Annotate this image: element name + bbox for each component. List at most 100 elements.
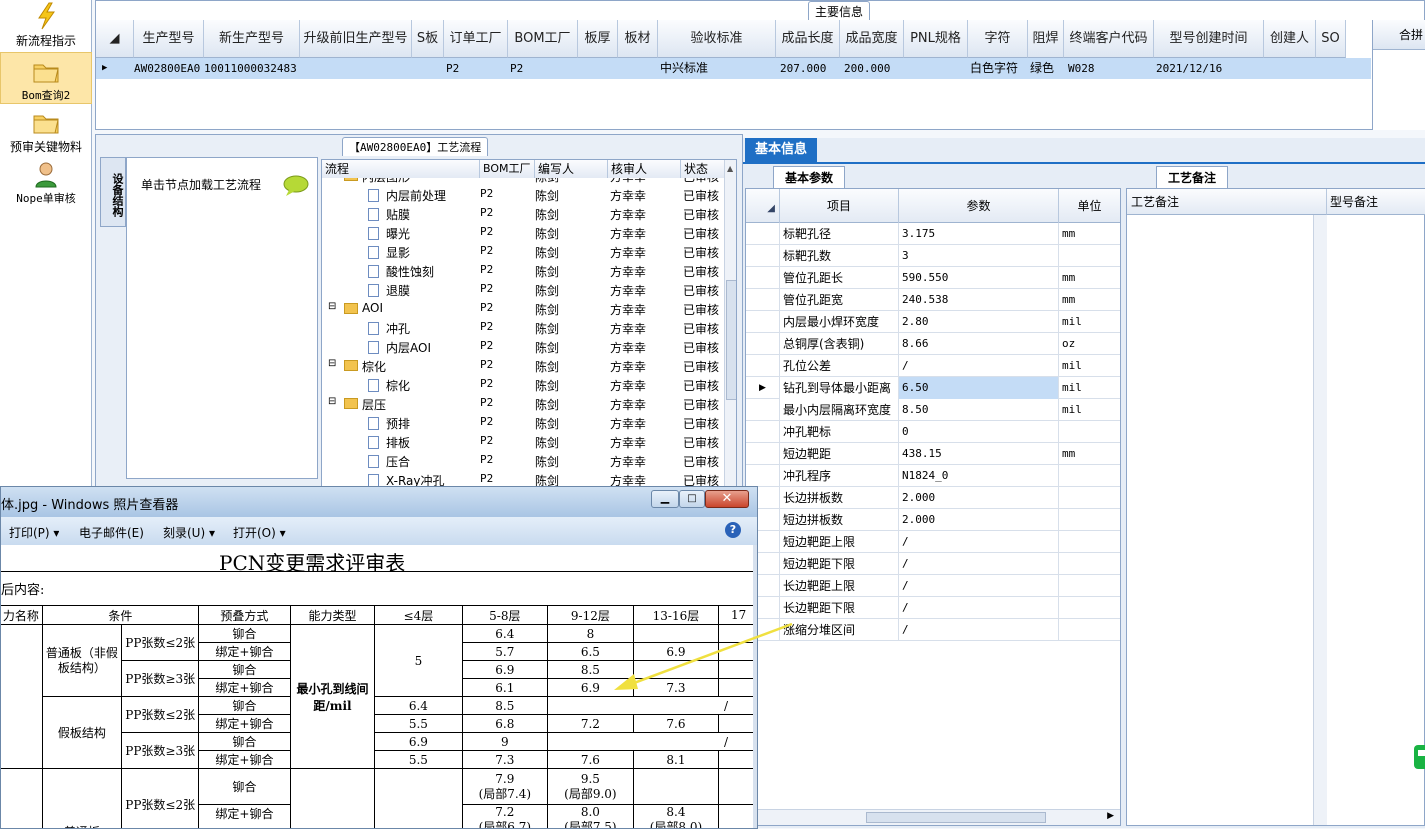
col-header[interactable]: 终端客户代码 <box>1064 20 1154 58</box>
tree-row[interactable]: 内层前处理 P2 陈剑 方幸幸 已审核 <box>322 185 722 204</box>
param-value[interactable]: / <box>899 597 1059 619</box>
col-header[interactable]: PNL规格 <box>904 20 968 58</box>
tree-row[interactable]: 预排 P2 陈剑 方幸幸 已审核 <box>322 413 722 432</box>
param-row[interactable]: 管位孔距宽 240.538 mm <box>746 289 1120 311</box>
param-value[interactable]: 8.66 <box>899 333 1059 355</box>
nav-item-bom-query[interactable]: Bom查询2 <box>0 52 92 104</box>
param-value[interactable]: 0 <box>899 421 1059 443</box>
col-header[interactable]: 编写人 <box>535 160 608 178</box>
menu-email[interactable]: 电子邮件(E) <box>79 524 144 541</box>
tab-device-structure[interactable]: 设备结构 <box>100 157 126 227</box>
param-row[interactable]: 长边靶距上限 / <box>746 575 1120 597</box>
tree-scrollbar[interactable]: ▲ <box>724 160 736 488</box>
scroll-thumb[interactable] <box>726 280 736 400</box>
col-header[interactable]: 成品长度 <box>776 20 840 58</box>
param-value[interactable]: 8.50 <box>899 399 1059 421</box>
tree-row[interactable]: 酸性蚀刻 P2 陈剑 方幸幸 已审核 <box>322 261 722 280</box>
tree-row[interactable]: 贴膜 P2 陈剑 方幸幸 已审核 <box>322 204 722 223</box>
h-scroll-thumb[interactable] <box>866 812 1046 823</box>
param-row[interactable]: 长边拼板数 2.000 <box>746 487 1120 509</box>
col-header[interactable]: BOM工厂 <box>508 20 578 58</box>
edge-tool-icon[interactable] <box>1410 742 1425 772</box>
param-row[interactable]: 孔位公差 / mil <box>746 355 1120 377</box>
tree-row[interactable]: 显影 P2 陈剑 方幸幸 已审核 <box>322 242 722 261</box>
col-header[interactable]: S板 <box>412 20 444 58</box>
param-row[interactable]: 标靶孔径 3.175 mm <box>746 223 1120 245</box>
col-header[interactable]: 型号创建时间 <box>1154 20 1264 58</box>
tab-process-remark[interactable]: 工艺备注 <box>1156 166 1228 188</box>
col-header[interactable]: 订单工厂 <box>444 20 508 58</box>
param-row[interactable]: 长边靶距下限 / <box>746 597 1120 619</box>
col-header[interactable]: 参数 <box>899 189 1059 223</box>
col-header[interactable]: SO <box>1316 20 1346 58</box>
h-scrollbar[interactable]: ▶ <box>746 809 1120 825</box>
param-value[interactable]: 590.550 <box>899 267 1059 289</box>
collapse-icon[interactable]: ⊟ <box>328 396 336 407</box>
param-value[interactable]: / <box>899 553 1059 575</box>
menu-print[interactable]: 打印(P) ▾ <box>9 524 59 541</box>
scroll-up-icon[interactable]: ▲ <box>727 164 733 173</box>
param-row[interactable]: 短边靶距下限 / <box>746 553 1120 575</box>
help-icon[interactable]: ? <box>725 522 741 538</box>
tree-row[interactable]: 退膜 P2 陈剑 方幸幸 已审核 <box>322 280 722 299</box>
nav-item-prereview[interactable]: 预审关键物料 <box>0 108 92 155</box>
param-value[interactable]: 2.000 <box>899 509 1059 531</box>
param-value[interactable]: 3 <box>899 245 1059 267</box>
param-row[interactable]: 涨缩分堆区间 / <box>746 619 1120 641</box>
param-row[interactable]: 短边靶距 438.15 mm <box>746 443 1120 465</box>
tab-basic-info[interactable]: 基本信息 <box>745 138 817 162</box>
param-row[interactable]: 冲孔靶标 0 <box>746 421 1120 443</box>
param-row[interactable]: 管位孔距长 590.550 mm <box>746 267 1120 289</box>
param-value[interactable]: / <box>899 355 1059 377</box>
param-row[interactable]: 短边拼板数 2.000 <box>746 509 1120 531</box>
col-header[interactable]: 项目 <box>780 189 899 223</box>
col-header[interactable]: 流程 <box>322 160 480 178</box>
col-header[interactable]: 板材 <box>618 20 658 58</box>
param-value[interactable]: / <box>899 531 1059 553</box>
close-button[interactable]: ✕ <box>705 490 749 508</box>
param-value[interactable]: 2.80 <box>899 311 1059 333</box>
param-value[interactable]: 6.50 <box>899 377 1059 399</box>
param-value[interactable]: 240.538 <box>899 289 1059 311</box>
col-header[interactable]: 成品宽度 <box>840 20 904 58</box>
tree-row[interactable]: 冲孔 P2 陈剑 方幸幸 已审核 <box>322 318 722 337</box>
table-row[interactable]: ▶ AW02800EA0 10011000032483 P2 P2 中兴标准 2… <box>96 58 1371 79</box>
col-header[interactable]: 生产型号 <box>134 20 204 58</box>
tree-row[interactable]: 排板 P2 陈剑 方幸幸 已审核 <box>322 432 722 451</box>
param-row[interactable]: 最小内层隔离环宽度 8.50 mil <box>746 399 1120 421</box>
param-row[interactable]: 标靶孔数 3 <box>746 245 1120 267</box>
col-header[interactable]: 升级前旧生产型号 <box>300 20 412 58</box>
col-header[interactable]: BOM工厂 <box>480 160 535 178</box>
scroll-right-icon[interactable]: ▶ <box>1107 811 1114 821</box>
menu-open[interactable]: 打开(O) ▾ <box>233 524 286 541</box>
collapse-icon[interactable]: ⊟ <box>328 358 336 369</box>
col-header[interactable]: 状态 <box>681 160 725 178</box>
tree-row[interactable]: 棕化 P2 陈剑 方幸幸 已审核 <box>322 375 722 394</box>
remark-scrollbar[interactable] <box>1313 215 1327 825</box>
tree-row[interactable]: ⊟ 棕化 P2 陈剑 方幸幸 已审核 <box>322 356 722 375</box>
col-header[interactable]: 阻焊 <box>1028 20 1064 58</box>
tree-row[interactable]: ⊟ 层压 P2 陈剑 方幸幸 已审核 <box>322 394 722 413</box>
tree-row[interactable]: 内层AOI P2 陈剑 方幸幸 已审核 <box>322 337 722 356</box>
collapse-icon[interactable]: ⊟ <box>328 178 336 179</box>
tree-row[interactable]: 压合 P2 陈剑 方幸幸 已审核 <box>322 451 722 470</box>
param-row[interactable]: ▶ 钻孔到导体最小距离 6.50 mil <box>746 377 1120 399</box>
param-value[interactable]: / <box>899 575 1059 597</box>
tab-basic-params[interactable]: 基本参数 <box>773 166 845 188</box>
tree-row[interactable]: ⊟ AOI P2 陈剑 方幸幸 已审核 <box>322 299 722 318</box>
col-header[interactable]: 字符 <box>968 20 1028 58</box>
param-row[interactable]: 内层最小焊环宽度 2.80 mil <box>746 311 1120 333</box>
collapse-icon[interactable]: ⊟ <box>328 301 336 312</box>
col-header[interactable]: 板厚 <box>578 20 618 58</box>
nav-item-new-flow[interactable]: 新流程指示 <box>0 2 92 49</box>
tree-row[interactable]: 曝光 P2 陈剑 方幸幸 已审核 <box>322 223 722 242</box>
param-row[interactable]: 总铜厚(含表铜) 8.66 oz <box>746 333 1120 355</box>
tree-row[interactable]: ⊟ 内层图形 P2 陈剑 方幸幸 已审核 <box>322 178 722 185</box>
param-value[interactable]: 2.000 <box>899 487 1059 509</box>
maximize-button[interactable]: □ <box>679 490 705 508</box>
param-value[interactable]: N1824_0 <box>899 465 1059 487</box>
nav-item-nope-review[interactable]: Nope单审核 <box>0 160 92 206</box>
param-row[interactable]: 短边靶距上限 / <box>746 531 1120 553</box>
col-header[interactable]: 工艺备注 <box>1127 189 1327 215</box>
col-header[interactable]: 核审人 <box>608 160 681 178</box>
